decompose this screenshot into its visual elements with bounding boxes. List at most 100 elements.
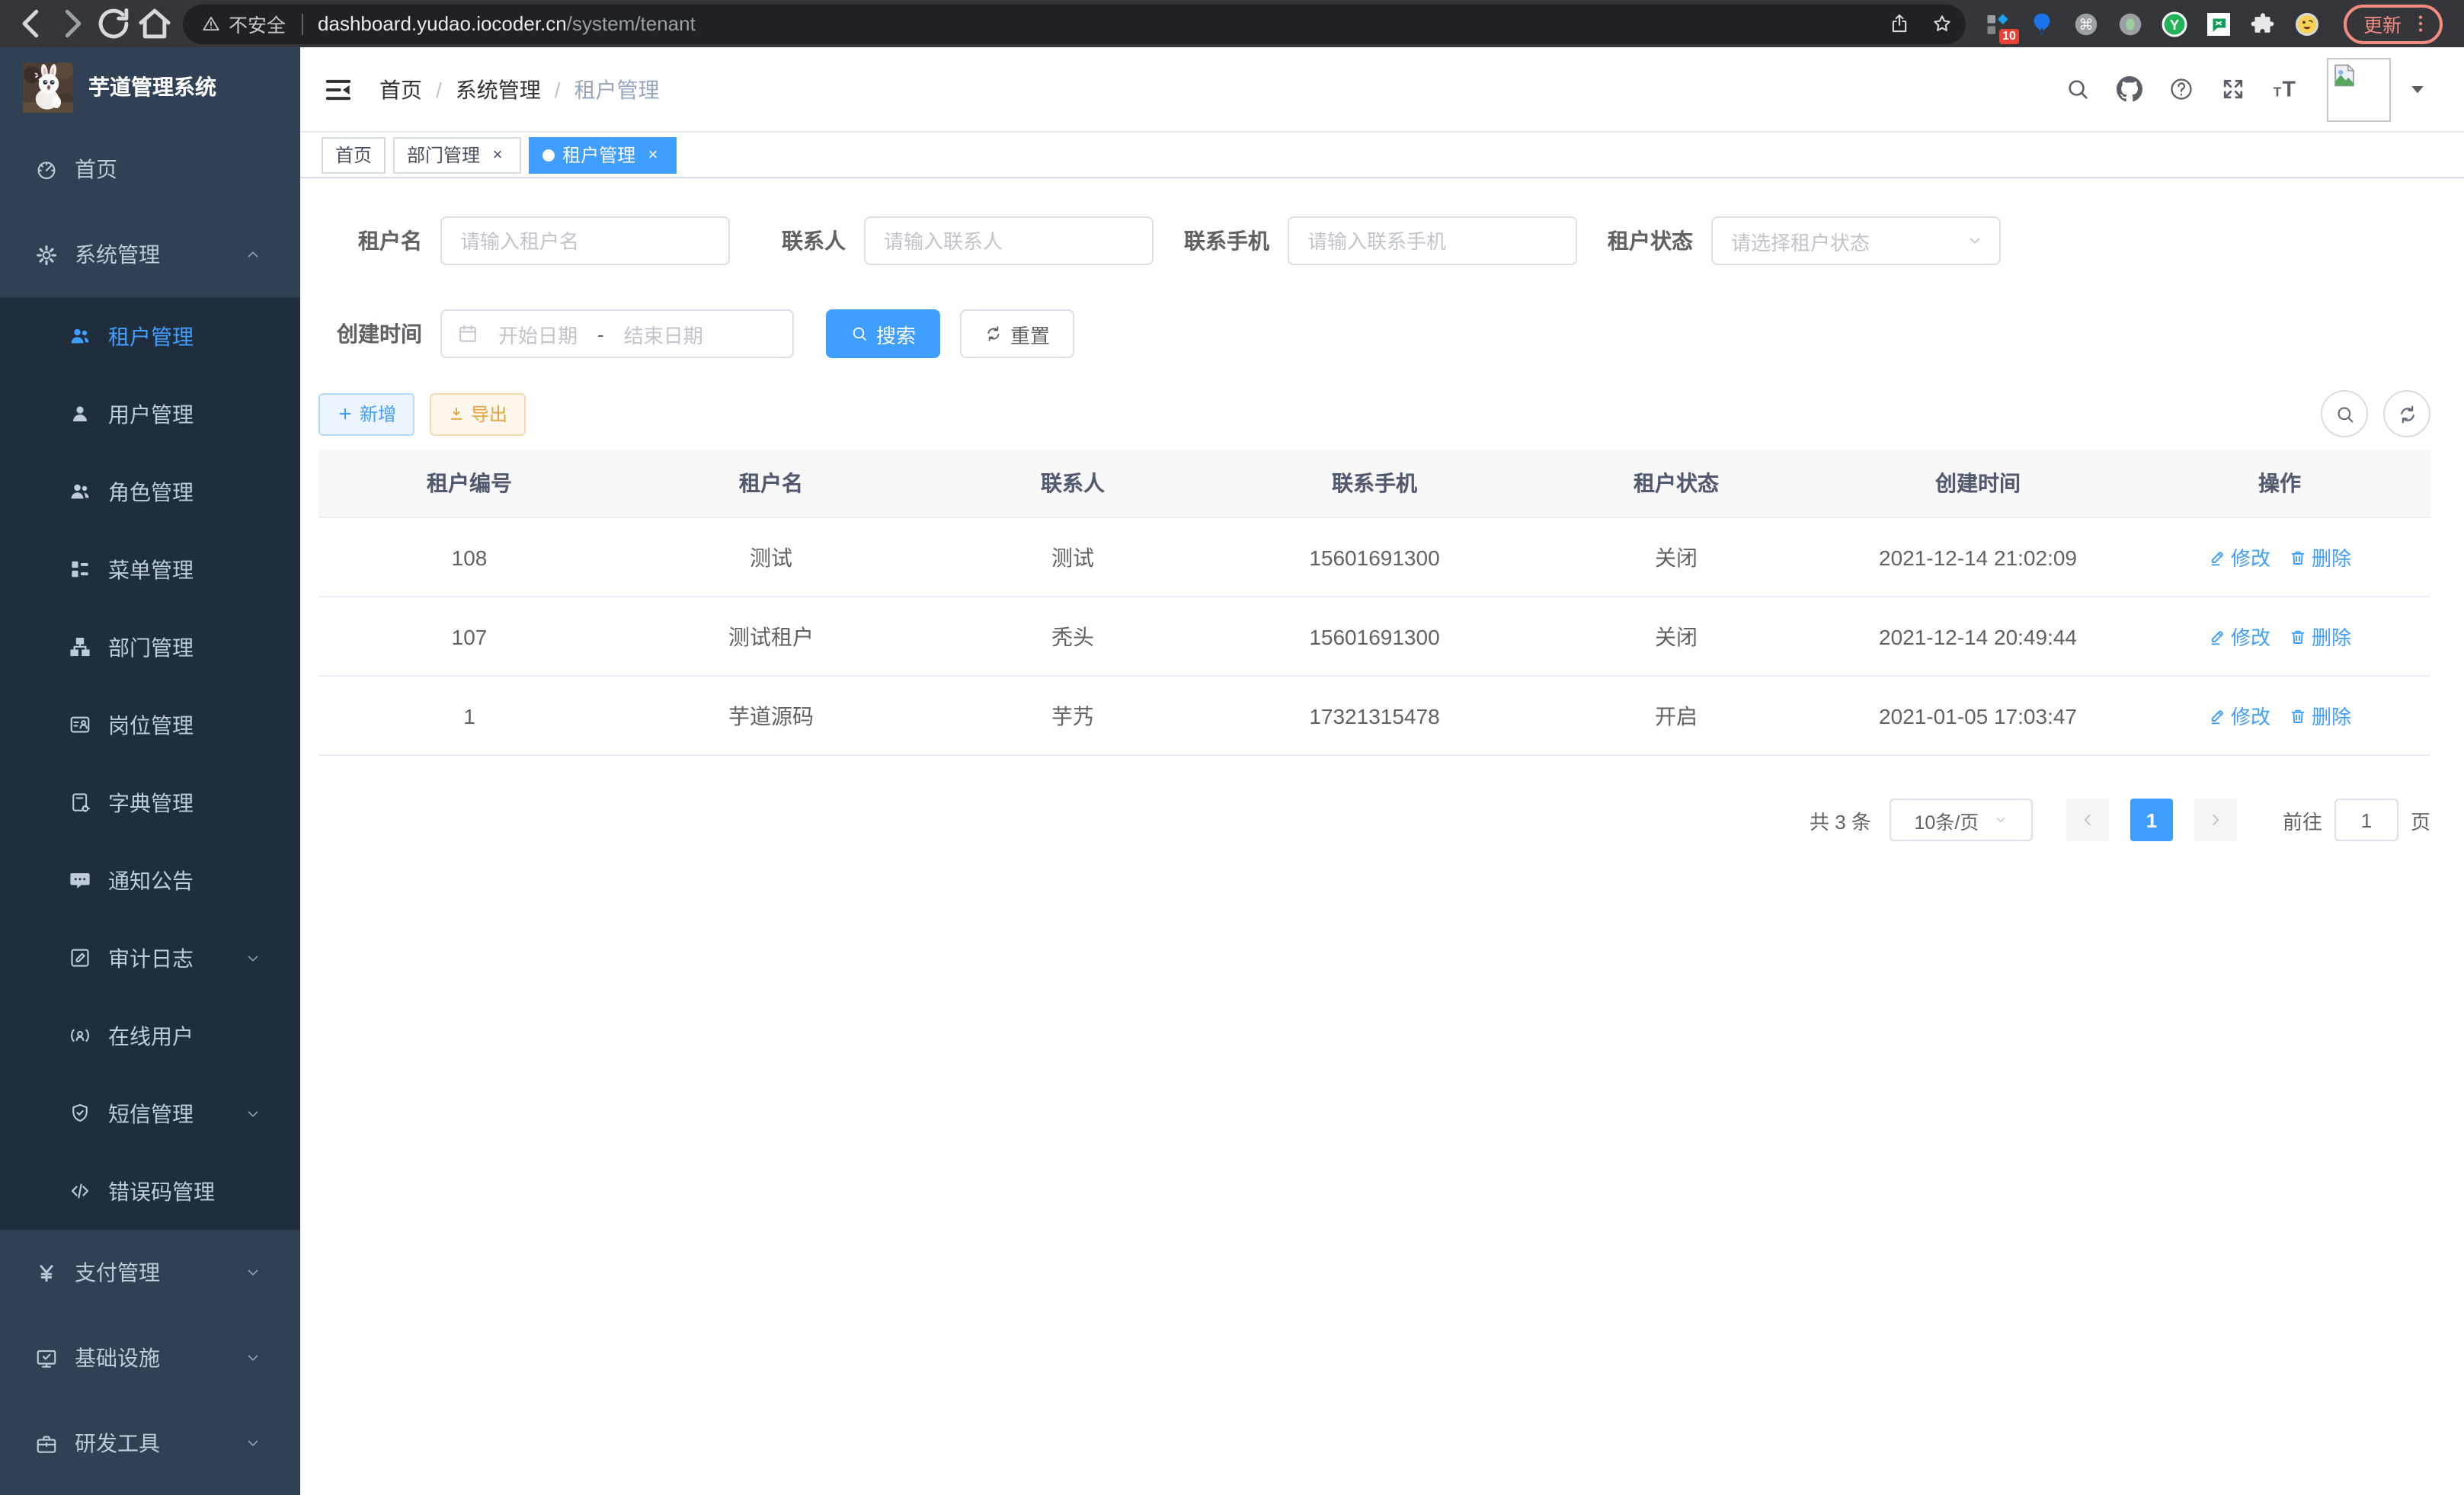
header-search-icon[interactable] [2065, 76, 2091, 102]
delete-label: 删除 [2312, 701, 2351, 730]
fullscreen-icon[interactable] [2220, 76, 2246, 102]
extension-y-icon[interactable]: Y [2161, 10, 2188, 37]
sidebar-item[interactable]: 用户管理 [0, 375, 300, 453]
search-field: 租户状态请选择租户状态 [1589, 216, 2001, 265]
search-field-label: 租户名 [318, 226, 440, 256]
tab-label: 部门管理 [407, 142, 480, 168]
edit-link[interactable]: 修改 [2208, 622, 2270, 651]
sidebar-item[interactable]: 字典管理 [0, 764, 300, 841]
tab-item[interactable]: 部门管理 × [393, 136, 521, 173]
search-input[interactable] [440, 216, 730, 265]
cell-contact: 秃头 [922, 597, 1224, 676]
extension-record-icon[interactable] [2117, 10, 2144, 37]
delete-link[interactable]: 删除 [2289, 622, 2351, 651]
goto-page-input[interactable] [2334, 799, 2398, 841]
share-icon[interactable] [1888, 12, 1911, 35]
search-input[interactable] [1288, 216, 1577, 265]
sidebar-item[interactable]: 首页 [0, 126, 300, 212]
edit-link[interactable]: 修改 [2208, 701, 2270, 730]
help-icon[interactable] [2168, 76, 2194, 102]
edit-link[interactable]: 修改 [2208, 543, 2270, 571]
sidebar-item[interactable]: 租户管理 [0, 297, 300, 375]
github-icon[interactable] [2117, 76, 2142, 102]
sidebar-item[interactable]: 岗位管理 [0, 686, 300, 764]
add-button[interactable]: 新增 [318, 392, 414, 435]
page-size-select[interactable]: 10条/页 [1890, 799, 2033, 841]
prev-page-button[interactable] [2066, 799, 2109, 841]
delete-link[interactable]: 删除 [2289, 701, 2351, 730]
extension-balloon-icon[interactable] [2028, 10, 2056, 37]
extension-chat-icon[interactable] [2205, 10, 2232, 37]
tab-item[interactable]: 首页 [322, 136, 386, 173]
tab-close-icon[interactable]: × [643, 146, 663, 164]
search-button[interactable]: 搜索 [826, 309, 940, 358]
postcard-icon [69, 713, 91, 736]
cell-mobile: 15601691300 [1224, 597, 1525, 676]
address-bar[interactable]: 不安全 dashboard.yudao.iocoder.cn/system/te… [183, 4, 1966, 43]
log-icon [69, 946, 91, 969]
sidebar-item[interactable]: 角色管理 [0, 453, 300, 530]
trash-icon [2289, 548, 2307, 566]
user-avatar[interactable] [2327, 57, 2391, 121]
sidebar-toggle-icon[interactable] [323, 74, 354, 104]
export-button[interactable]: 导出 [430, 392, 526, 435]
extensions-puzzle-icon[interactable] [2249, 10, 2277, 37]
cell-contact: 测试 [922, 517, 1224, 597]
sidebar-item[interactable]: 支付管理 [0, 1230, 300, 1315]
chevron-down-icon [1966, 232, 1984, 250]
browser-profile-avatar[interactable] [2293, 10, 2321, 37]
browser-forward-icon[interactable] [52, 3, 93, 44]
tab-close-icon[interactable]: × [488, 146, 507, 164]
sidebar-item-label: 租户管理 [108, 321, 279, 351]
url-path: /system/tenant [567, 12, 696, 35]
font-size-icon[interactable]: TT [2272, 75, 2301, 104]
browser-home-icon[interactable] [134, 3, 175, 44]
omnibox-divider [301, 13, 302, 34]
browser-reload-icon[interactable] [93, 3, 134, 44]
sidebar-logo[interactable]: 芋道管理系统 [0, 47, 300, 126]
not-secure-label[interactable]: 不安全 [229, 9, 286, 38]
sidebar-item[interactable]: 基础设施 [0, 1315, 300, 1401]
sidebar-item[interactable]: 短信管理 [0, 1074, 300, 1152]
sidebar: 芋道管理系统 首页系统管理租户管理用户管理角色管理菜单管理部门管理岗位管理字典管… [0, 47, 300, 1495]
breadcrumb-item[interactable]: 系统管理 [456, 74, 541, 104]
sidebar-item[interactable]: 在线用户 [0, 997, 300, 1074]
browser-back-icon[interactable] [11, 3, 52, 44]
extension-command-icon[interactable]: ⌘ [2072, 10, 2100, 37]
cell-created: 2021-01-05 17:03:47 [1827, 676, 2129, 755]
gear-icon [35, 243, 58, 266]
avatar-caret-down-icon[interactable] [2405, 76, 2430, 102]
delete-link[interactable]: 删除 [2289, 543, 2351, 571]
sidebar-item[interactable]: 通知公告 [0, 841, 300, 919]
tenant-status-select[interactable]: 请选择租户状态 [1711, 216, 2001, 265]
cell-actions: 修改删除 [2129, 597, 2430, 676]
search-form-row2: 创建时间 开始日期 - 结束日期 搜索 重置 [318, 309, 2430, 358]
date-range-picker[interactable]: 开始日期 - 结束日期 [440, 309, 794, 358]
sidebar-item[interactable]: 错误码管理 [0, 1152, 300, 1230]
sidebar-item[interactable]: 部门管理 [0, 608, 300, 686]
breadcrumb-item[interactable]: 首页 [379, 74, 422, 104]
refresh-table-button[interactable] [2383, 390, 2430, 437]
reset-button[interactable]: 重置 [960, 309, 1074, 358]
sidebar-item-label: 错误码管理 [108, 1176, 279, 1206]
extension-grid-icon[interactable]: 10 [1984, 10, 2011, 37]
not-secure-icon [201, 14, 221, 34]
next-page-button[interactable] [2194, 799, 2237, 841]
tab-active[interactable]: 租户管理× [529, 136, 677, 173]
page-number-button[interactable]: 1 [2130, 799, 2173, 841]
search-input[interactable] [864, 216, 1154, 265]
browser-menu-dots-icon[interactable] [2409, 12, 2432, 35]
sidebar-item[interactable]: 菜单管理 [0, 530, 300, 608]
toggle-search-button[interactable] [2321, 390, 2368, 437]
edit-icon [2208, 706, 2226, 725]
sidebar-item[interactable]: 审计日志 [0, 919, 300, 997]
bookmark-star-icon[interactable] [1931, 12, 1954, 35]
cell-id: 108 [318, 517, 620, 597]
sidebar-item[interactable]: 研发工具 [0, 1401, 300, 1486]
logo-rabbit-image [23, 62, 73, 112]
sidebar-item[interactable]: 系统管理 [0, 212, 300, 297]
column-header: 操作 [2129, 450, 2430, 517]
browser-update-button[interactable]: 更新 [2344, 4, 2443, 43]
plus-icon [337, 405, 354, 422]
toggle-search-icon [2334, 403, 2355, 424]
